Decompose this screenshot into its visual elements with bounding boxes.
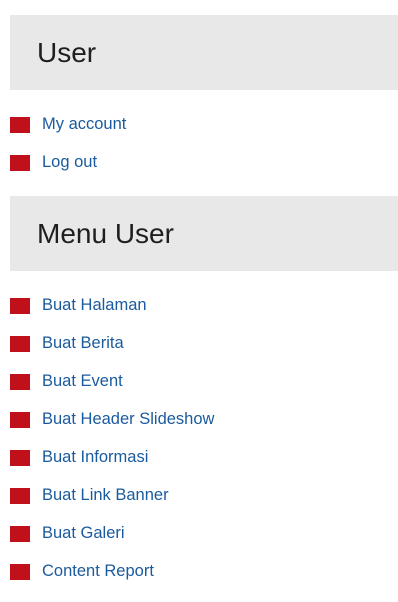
buat-header-slideshow-link[interactable]: Buat Header Slideshow xyxy=(42,410,214,429)
bullet-square-icon xyxy=(10,488,30,504)
user-menu-item-my-account: My account xyxy=(10,105,398,143)
bullet-square-icon xyxy=(10,450,30,466)
bullet-square-icon xyxy=(10,564,30,580)
menu-user-item-buat-berita: Buat Berita xyxy=(10,324,398,362)
user-block: User My account Log out xyxy=(10,15,398,181)
menu-user-item-buat-link-banner: Buat Link Banner xyxy=(10,476,398,514)
menu-user-block: Menu User Buat Halaman Buat Berita Buat … xyxy=(10,196,398,590)
bullet-square-icon xyxy=(10,336,30,352)
menu-user-item-buat-halaman: Buat Halaman xyxy=(10,286,398,324)
buat-event-link[interactable]: Buat Event xyxy=(42,372,123,391)
content-report-link[interactable]: Content Report xyxy=(42,562,154,581)
buat-galeri-link[interactable]: Buat Galeri xyxy=(42,524,125,543)
my-account-link[interactable]: My account xyxy=(42,115,126,134)
menu-user-list: Buat Halaman Buat Berita Buat Event Buat… xyxy=(10,286,398,590)
menu-user-item-buat-galeri: Buat Galeri xyxy=(10,514,398,552)
log-out-link[interactable]: Log out xyxy=(42,153,97,172)
user-menu: My account Log out xyxy=(10,105,398,181)
menu-user-item-content-report: Content Report xyxy=(10,552,398,590)
user-block-title: User xyxy=(10,15,398,90)
buat-informasi-link[interactable]: Buat Informasi xyxy=(42,448,148,467)
menu-user-item-buat-event: Buat Event xyxy=(10,362,398,400)
bullet-square-icon xyxy=(10,117,30,133)
bullet-square-icon xyxy=(10,412,30,428)
bullet-square-icon xyxy=(10,374,30,390)
bullet-square-icon xyxy=(10,298,30,314)
user-menu-item-log-out: Log out xyxy=(10,143,398,181)
menu-user-block-title: Menu User xyxy=(10,196,398,271)
buat-halaman-link[interactable]: Buat Halaman xyxy=(42,296,147,315)
menu-user-item-buat-header-slideshow: Buat Header Slideshow xyxy=(10,400,398,438)
buat-berita-link[interactable]: Buat Berita xyxy=(42,334,124,353)
bullet-square-icon xyxy=(10,526,30,542)
menu-user-item-buat-informasi: Buat Informasi xyxy=(10,438,398,476)
buat-link-banner-link[interactable]: Buat Link Banner xyxy=(42,486,169,505)
bullet-square-icon xyxy=(10,155,30,171)
